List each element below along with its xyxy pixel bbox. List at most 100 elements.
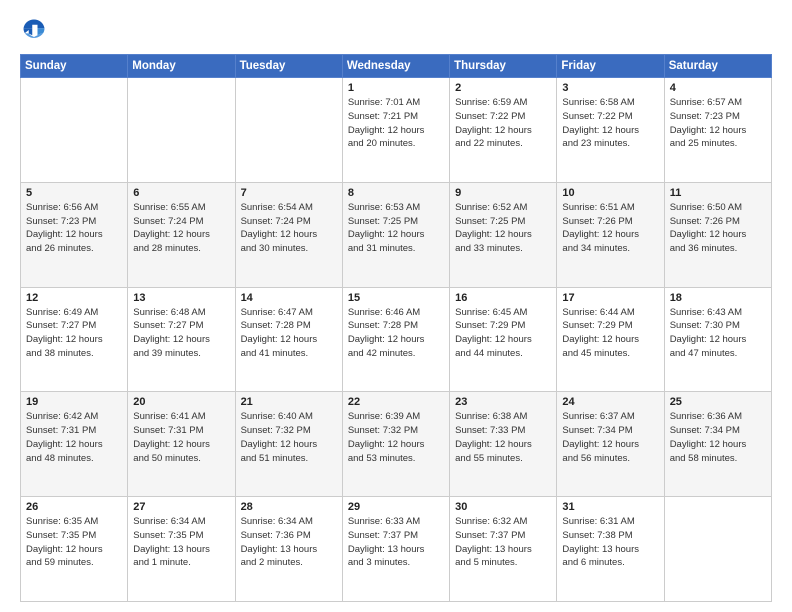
day-info: Sunrise: 6:49 AMSunset: 7:27 PMDaylight:… <box>26 306 122 361</box>
calendar-cell: 3 Sunrise: 6:58 AMSunset: 7:22 PMDaylight… <box>557 78 664 183</box>
page: SundayMondayTuesdayWednesdayThursdayFrid… <box>0 0 792 612</box>
day-number: 18 <box>670 292 766 304</box>
day-info: Sunrise: 6:35 AMSunset: 7:35 PMDaylight:… <box>26 515 122 570</box>
day-info: Sunrise: 6:40 AMSunset: 7:32 PMDaylight:… <box>241 410 337 465</box>
day-number: 5 <box>26 187 122 199</box>
calendar-cell: 12 Sunrise: 6:49 AMSunset: 7:27 PMDayligh… <box>21 287 128 392</box>
day-info: Sunrise: 6:43 AMSunset: 7:30 PMDaylight:… <box>670 306 766 361</box>
day-info: Sunrise: 6:51 AMSunset: 7:26 PMDaylight:… <box>562 201 658 256</box>
calendar-cell <box>235 78 342 183</box>
day-info: Sunrise: 6:50 AMSunset: 7:26 PMDaylight:… <box>670 201 766 256</box>
day-info: Sunrise: 6:33 AMSunset: 7:37 PMDaylight:… <box>348 515 444 570</box>
calendar-cell: 18 Sunrise: 6:43 AMSunset: 7:30 PMDayligh… <box>664 287 771 392</box>
calendar-cell <box>664 497 771 602</box>
calendar-cell: 2 Sunrise: 6:59 AMSunset: 7:22 PMDaylight… <box>450 78 557 183</box>
day-info: Sunrise: 6:38 AMSunset: 7:33 PMDaylight:… <box>455 410 551 465</box>
day-number: 13 <box>133 292 229 304</box>
day-number: 12 <box>26 292 122 304</box>
weekday-header-monday: Monday <box>128 55 235 78</box>
day-info: Sunrise: 6:56 AMSunset: 7:23 PMDaylight:… <box>26 201 122 256</box>
day-info: Sunrise: 6:52 AMSunset: 7:25 PMDaylight:… <box>455 201 551 256</box>
calendar-cell: 8Sunrise: 6:53 AMSunset: 7:25 PMDaylight… <box>342 182 449 287</box>
calendar-cell: 21Sunrise: 6:40 AMSunset: 7:32 PMDayligh… <box>235 392 342 497</box>
calendar-cell: 28 Sunrise: 6:34 AMSunset: 7:36 PMDayligh… <box>235 497 342 602</box>
calendar-cell: 4 Sunrise: 6:57 AMSunset: 7:23 PMDaylight… <box>664 78 771 183</box>
day-number: 22 <box>348 396 444 408</box>
logo-icon <box>20 16 48 44</box>
day-number: 29 <box>348 501 444 513</box>
calendar-cell: 9 Sunrise: 6:52 AMSunset: 7:25 PMDaylight… <box>450 182 557 287</box>
calendar-cell <box>21 78 128 183</box>
day-number: 24 <box>562 396 658 408</box>
calendar-cell: 16 Sunrise: 6:45 AMSunset: 7:29 PMDayligh… <box>450 287 557 392</box>
day-info: Sunrise: 6:55 AMSunset: 7:24 PMDaylight:… <box>133 201 229 256</box>
day-number: 9 <box>455 187 551 199</box>
day-number: 16 <box>455 292 551 304</box>
day-number: 4 <box>670 82 766 94</box>
day-info: Sunrise: 6:41 AMSunset: 7:31 PMDaylight:… <box>133 410 229 465</box>
day-info: Sunrise: 6:31 AMSunset: 7:38 PMDaylight:… <box>562 515 658 570</box>
calendar-cell: 29 Sunrise: 6:33 AMSunset: 7:37 PMDayligh… <box>342 497 449 602</box>
calendar-cell: 20Sunrise: 6:41 AMSunset: 7:31 PMDayligh… <box>128 392 235 497</box>
day-number: 2 <box>455 82 551 94</box>
day-info: Sunrise: 6:48 AMSunset: 7:27 PMDaylight:… <box>133 306 229 361</box>
day-number: 14 <box>241 292 337 304</box>
calendar-week-1: 1 Sunrise: 7:01 AMSunset: 7:21 PMDaylight… <box>21 78 772 183</box>
day-info: Sunrise: 6:57 AMSunset: 7:23 PMDaylight:… <box>670 96 766 151</box>
day-info: Sunrise: 6:45 AMSunset: 7:29 PMDaylight:… <box>455 306 551 361</box>
calendar-cell: 17Sunrise: 6:44 AMSunset: 7:29 PMDayligh… <box>557 287 664 392</box>
calendar-cell: 30 Sunrise: 6:32 AMSunset: 7:37 PMDayligh… <box>450 497 557 602</box>
day-info: Sunrise: 6:39 AMSunset: 7:32 PMDaylight:… <box>348 410 444 465</box>
weekday-header-thursday: Thursday <box>450 55 557 78</box>
day-number: 28 <box>241 501 337 513</box>
day-number: 25 <box>670 396 766 408</box>
day-info: Sunrise: 7:01 AMSunset: 7:21 PMDaylight:… <box>348 96 444 151</box>
day-number: 23 <box>455 396 551 408</box>
calendar-cell: 14 Sunrise: 6:47 AMSunset: 7:28 PMDayligh… <box>235 287 342 392</box>
day-number: 31 <box>562 501 658 513</box>
day-info: Sunrise: 6:42 AMSunset: 7:31 PMDaylight:… <box>26 410 122 465</box>
calendar-cell: 11 Sunrise: 6:50 AMSunset: 7:26 PMDayligh… <box>664 182 771 287</box>
day-number: 26 <box>26 501 122 513</box>
calendar-cell: 31 Sunrise: 6:31 AMSunset: 7:38 PMDayligh… <box>557 497 664 602</box>
day-number: 6 <box>133 187 229 199</box>
calendar-week-5: 26 Sunrise: 6:35 AMSunset: 7:35 PMDayligh… <box>21 497 772 602</box>
calendar-cell: 13 Sunrise: 6:48 AMSunset: 7:27 PMDayligh… <box>128 287 235 392</box>
calendar-cell: 27 Sunrise: 6:34 AMSunset: 7:35 PMDayligh… <box>128 497 235 602</box>
weekday-header-tuesday: Tuesday <box>235 55 342 78</box>
calendar-cell: 5 Sunrise: 6:56 AMSunset: 7:23 PMDaylight… <box>21 182 128 287</box>
header <box>20 16 772 44</box>
calendar-cell: 7 Sunrise: 6:54 AMSunset: 7:24 PMDaylight… <box>235 182 342 287</box>
day-info: Sunrise: 6:34 AMSunset: 7:35 PMDaylight:… <box>133 515 229 570</box>
day-number: 11 <box>670 187 766 199</box>
calendar-cell: 10 Sunrise: 6:51 AMSunset: 7:26 PMDayligh… <box>557 182 664 287</box>
day-number: 30 <box>455 501 551 513</box>
calendar-cell: 15 Sunrise: 6:46 AMSunset: 7:28 PMDayligh… <box>342 287 449 392</box>
day-info: Sunrise: 6:47 AMSunset: 7:28 PMDaylight:… <box>241 306 337 361</box>
day-info: Sunrise: 6:46 AMSunset: 7:28 PMDaylight:… <box>348 306 444 361</box>
calendar-week-4: 19 Sunrise: 6:42 AMSunset: 7:31 PMDayligh… <box>21 392 772 497</box>
weekday-header-friday: Friday <box>557 55 664 78</box>
day-number: 3 <box>562 82 658 94</box>
weekday-header-row: SundayMondayTuesdayWednesdayThursdayFrid… <box>21 55 772 78</box>
day-number: 27 <box>133 501 229 513</box>
day-info: Sunrise: 6:34 AMSunset: 7:36 PMDaylight:… <box>241 515 337 570</box>
day-info: Sunrise: 6:54 AMSunset: 7:24 PMDaylight:… <box>241 201 337 256</box>
day-number: 19 <box>26 396 122 408</box>
day-number: 17 <box>562 292 658 304</box>
day-number: 15 <box>348 292 444 304</box>
weekday-header-wednesday: Wednesday <box>342 55 449 78</box>
calendar-cell: 19 Sunrise: 6:42 AMSunset: 7:31 PMDayligh… <box>21 392 128 497</box>
calendar-table: SundayMondayTuesdayWednesdayThursdayFrid… <box>20 54 772 602</box>
calendar-cell: 26 Sunrise: 6:35 AMSunset: 7:35 PMDayligh… <box>21 497 128 602</box>
day-info: Sunrise: 6:58 AMSunset: 7:22 PMDaylight:… <box>562 96 658 151</box>
day-number: 1 <box>348 82 444 94</box>
day-info: Sunrise: 6:32 AMSunset: 7:37 PMDaylight:… <box>455 515 551 570</box>
day-info: Sunrise: 6:36 AMSunset: 7:34 PMDaylight:… <box>670 410 766 465</box>
calendar-cell: 22 Sunrise: 6:39 AMSunset: 7:32 PMDayligh… <box>342 392 449 497</box>
day-number: 7 <box>241 187 337 199</box>
calendar-cell: 25 Sunrise: 6:36 AMSunset: 7:34 PMDayligh… <box>664 392 771 497</box>
day-info: Sunrise: 6:59 AMSunset: 7:22 PMDaylight:… <box>455 96 551 151</box>
day-number: 10 <box>562 187 658 199</box>
calendar-cell: 24Sunrise: 6:37 AMSunset: 7:34 PMDayligh… <box>557 392 664 497</box>
